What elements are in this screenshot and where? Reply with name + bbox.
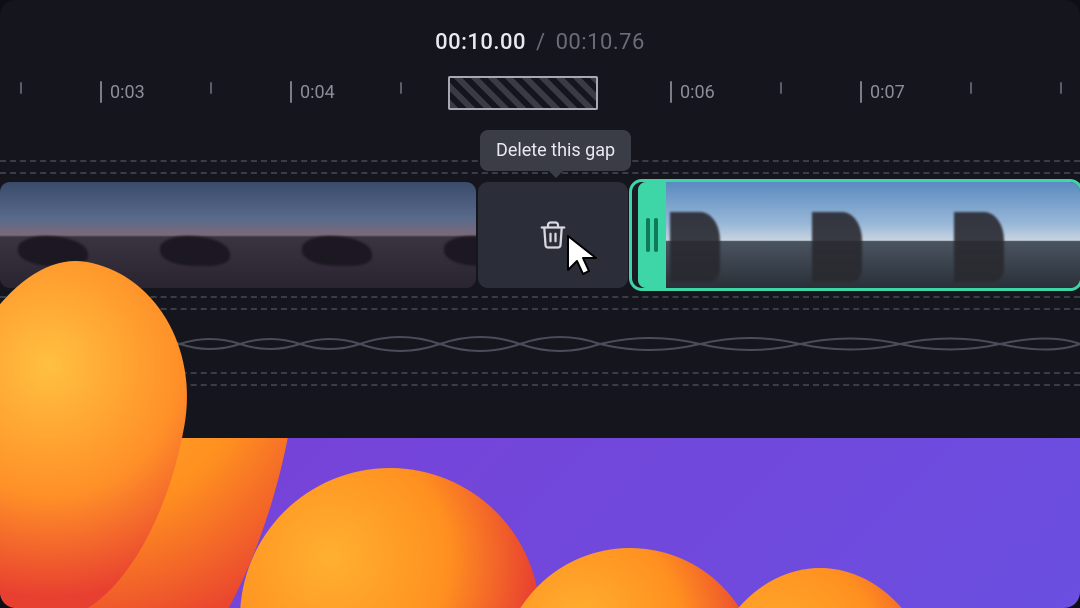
tracks-area: Delete this gap [0, 160, 1080, 386]
delete-gap-tooltip: Delete this gap [480, 130, 631, 171]
ruler-tick-label: 0:04 [300, 82, 335, 103]
track-divider [0, 172, 1080, 174]
timecode-display: 00:10.00 / 00:10.76 [0, 30, 1080, 55]
ruler-minor-tick [20, 82, 22, 94]
ruler-minor-tick [210, 82, 212, 94]
ruler-selection-range[interactable] [448, 76, 598, 110]
timecode-current: 00:10.00 [435, 30, 526, 55]
track-divider [0, 384, 1080, 386]
video-track[interactable]: Delete this gap [0, 182, 1080, 288]
track-divider [0, 372, 1080, 374]
clip-thumbnail-frame [426, 182, 476, 288]
track-divider [0, 296, 1080, 298]
clip-thumbnail-frame [0, 182, 142, 288]
ruler-tick: 0:03 [100, 82, 145, 102]
ruler-tick-label: 0:06 [680, 82, 715, 103]
video-clip-a[interactable] [0, 182, 476, 288]
clip-thumbnail-frame [808, 182, 950, 288]
clip-trim-handle-left[interactable] [638, 182, 666, 288]
ruler-tick: 0:04 [290, 82, 335, 102]
ruler-minor-tick [970, 82, 972, 94]
clip-thumbnail-frame [142, 182, 284, 288]
timeline-ruler[interactable]: 0:030:040:050:060:07 [0, 72, 1080, 118]
cursor-icon [564, 232, 608, 284]
clip-thumbnail-frame [284, 182, 426, 288]
ruler-tick-label: 0:07 [870, 82, 905, 103]
ruler-tick: 0:07 [860, 82, 905, 102]
ruler-tick-label: 0:03 [110, 82, 145, 103]
decorative-blob [500, 548, 760, 608]
audio-waveform [0, 330, 1080, 358]
decorative-blob [240, 468, 540, 608]
ruler-minor-tick [1060, 82, 1062, 94]
ruler-tick: 0:06 [670, 82, 715, 102]
video-editor-timeline: 00:10.00 / 00:10.76 0:030:040:050:060:07 [0, 0, 1080, 608]
clip-thumbnail-frame [950, 182, 1080, 288]
ruler-minor-tick [400, 82, 402, 94]
ruler-minor-tick [780, 82, 782, 94]
track-divider [0, 308, 1080, 310]
clip-thumbnail-frame [666, 182, 808, 288]
graphic-overlay-track[interactable] [0, 438, 1080, 608]
timecode-separator: / [536, 30, 546, 55]
audio-track[interactable] [0, 316, 1080, 372]
video-clip-b-selected[interactable] [632, 182, 1080, 288]
timecode-total: 00:10.76 [556, 30, 645, 55]
